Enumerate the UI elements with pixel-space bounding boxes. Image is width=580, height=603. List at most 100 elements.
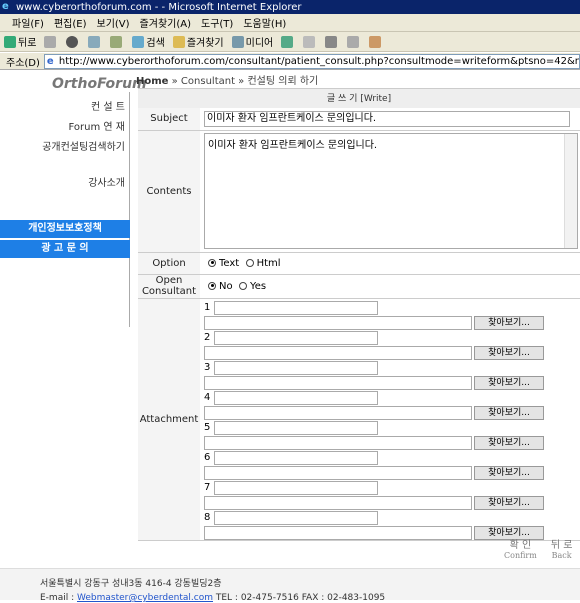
footer-email-link[interactable]: Webmaster@cyberdental.com [77,593,213,603]
footer-address: 서울특별시 강동구 성내3동 416-4 강동빌딩2층 [40,579,222,589]
window-title: www.cyberorthoforum.com - - Microsoft In… [16,1,302,13]
attachment-file-input[interactable] [204,375,472,390]
attachment-row: 6 : 찾아보기... [204,450,580,480]
subject-label: Subject [138,108,200,131]
sidebar-item-instructors[interactable]: 강사소개 [88,174,125,189]
address-label: 주소(D) [6,57,40,69]
history-button[interactable] [281,35,295,48]
option-html-radio[interactable] [245,258,254,267]
attachment-file-input[interactable] [204,315,472,330]
attachment-name-input[interactable] [214,450,378,465]
attachment-file-input[interactable] [204,405,472,420]
edit-button[interactable] [347,35,361,48]
browse-button[interactable]: 찾아보기... [474,435,544,450]
search-button[interactable]: 검색 [132,34,165,49]
toolbar: 뒤로 검색 즐겨찾기 미디어 [0,32,580,52]
menu-tools[interactable]: 도구(T) [201,15,233,30]
site-logo[interactable]: OrthoForum [52,76,147,92]
menu-help[interactable]: 도움말(H) [243,15,286,30]
back-link-label: 뒤 로 [550,540,573,551]
open-yes-radio[interactable] [238,281,247,290]
menubar: 파일(F) 편집(E) 보기(V) 즐겨찾기(A) 도구(T) 도움말(H) [0,14,580,32]
media-button[interactable]: 미디어 [231,34,274,49]
footer-contact: E-mail : Webmaster@cyberdental.com TEL :… [40,593,580,603]
attachment-row: 3 : 찾아보기... [204,360,580,390]
browse-button[interactable]: 찾아보기... [474,495,544,510]
subject-input[interactable]: 이미자 환자 임프란트케이스 문의입니다. [204,110,570,127]
form-actions: 확 인 Confirm 뒤 로 Back [504,536,572,560]
attachment-name-input[interactable] [214,510,378,525]
attachment-file-input[interactable] [204,435,472,450]
footer: 서울특별시 강동구 성내3동 416-4 강동빌딩2층 E-mail : Web… [0,568,580,603]
browse-button[interactable]: 찾아보기... [474,405,544,420]
history-icon [281,35,294,48]
attachment-name-input[interactable] [214,360,378,375]
confirm-label-en: Confirm [504,551,537,560]
attachment-row: 5 : 찾아보기... [204,420,580,450]
stop-button[interactable] [66,35,80,48]
menu-view[interactable]: 보기(V) [97,15,130,30]
edit-icon [347,35,360,48]
attachment-file-input[interactable] [204,525,472,540]
sidebar-item-public-search[interactable]: 공개컨설팅검색하기 [42,138,125,153]
contents-textarea[interactable]: 이미자 환자 임프란트케이스 문의입니다. [204,133,578,249]
attachment-name-input[interactable] [214,420,378,435]
back-link-label-en: Back [551,551,572,560]
print-icon [325,35,338,48]
option-html-label: Html [256,257,281,269]
address-input[interactable]: http://www.cyberorthoforum.com/consultan… [43,53,580,69]
browse-button[interactable]: 찾아보기... [474,345,544,360]
back-link-button[interactable]: 뒤 로 Back [551,536,573,560]
breadcrumb-home[interactable]: Home [136,76,168,87]
contents-scrollbar[interactable] [564,134,577,248]
print-button[interactable] [325,35,339,48]
sidebar-item-forum[interactable]: Forum 연 재 [69,118,125,133]
attachment-label: Attachment [138,298,200,541]
attachment-name-input[interactable] [214,390,378,405]
option-text-label: Text [219,257,240,269]
sidebar: 컨 설 트 Forum 연 재 공개컨설팅검색하기 강사소개 개인정보보호정책 … [0,92,130,327]
ad-inquiry-link[interactable]: 광 고 문 의 [0,240,130,258]
discuss-button[interactable] [369,35,383,48]
media-label: 미디어 [245,38,274,49]
refresh-icon [88,35,101,48]
window-titlebar: e www.cyberorthoforum.com - - Microsoft … [0,0,580,14]
option-text-radio[interactable] [208,258,216,267]
attachment-file-input[interactable] [204,465,472,480]
search-label: 검색 [146,38,165,49]
write-form: 글 쓰 기 [Write] Subject 이미자 환자 임프란트케이스 문의입… [138,88,580,541]
privacy-policy-link[interactable]: 개인정보보호정책 [0,220,130,238]
home-button[interactable] [110,35,124,48]
attachment-row: 1 : 찾아보기... [204,300,580,330]
browse-button[interactable]: 찾아보기... [474,465,544,480]
forward-button[interactable] [44,35,58,48]
attachment-row: 2 : 찾아보기... [204,330,580,360]
back-arrow-icon [4,35,16,48]
favorites-button[interactable]: 즐겨찾기 [172,34,224,49]
attachment-file-input[interactable] [204,495,472,510]
open-no-label: No [219,280,233,292]
refresh-button[interactable] [88,35,102,48]
sidebar-item-consult[interactable]: 컨 설 트 [91,98,125,113]
option-label: Option [138,252,200,275]
contents-text: 이미자 환자 임프란트케이스 문의입니다. [208,140,378,151]
menu-favorites[interactable]: 즐겨찾기(A) [140,15,191,30]
mail-button[interactable] [303,35,317,48]
attachment-name-input[interactable] [214,300,378,315]
browse-button[interactable]: 찾아보기... [474,315,544,330]
attachment-name-input[interactable] [214,480,378,495]
contents-label: Contents [138,130,200,253]
attachment-name-input[interactable] [214,330,378,345]
search-icon [132,35,145,48]
favorites-label: 즐겨찾기 [186,38,224,49]
form-header: 글 쓰 기 [Write] [138,88,580,108]
attachment-file-input[interactable] [204,345,472,360]
confirm-label: 확 인 [509,540,532,551]
browse-button[interactable]: 찾아보기... [474,375,544,390]
attachment-row: 8 : 찾아보기... [204,510,580,540]
menu-file[interactable]: 파일(F) [12,15,44,30]
menu-edit[interactable]: 편집(E) [54,15,87,30]
open-no-radio[interactable] [208,281,216,290]
back-button[interactable]: 뒤로 [4,34,36,49]
confirm-button[interactable]: 확 인 Confirm [504,536,537,560]
